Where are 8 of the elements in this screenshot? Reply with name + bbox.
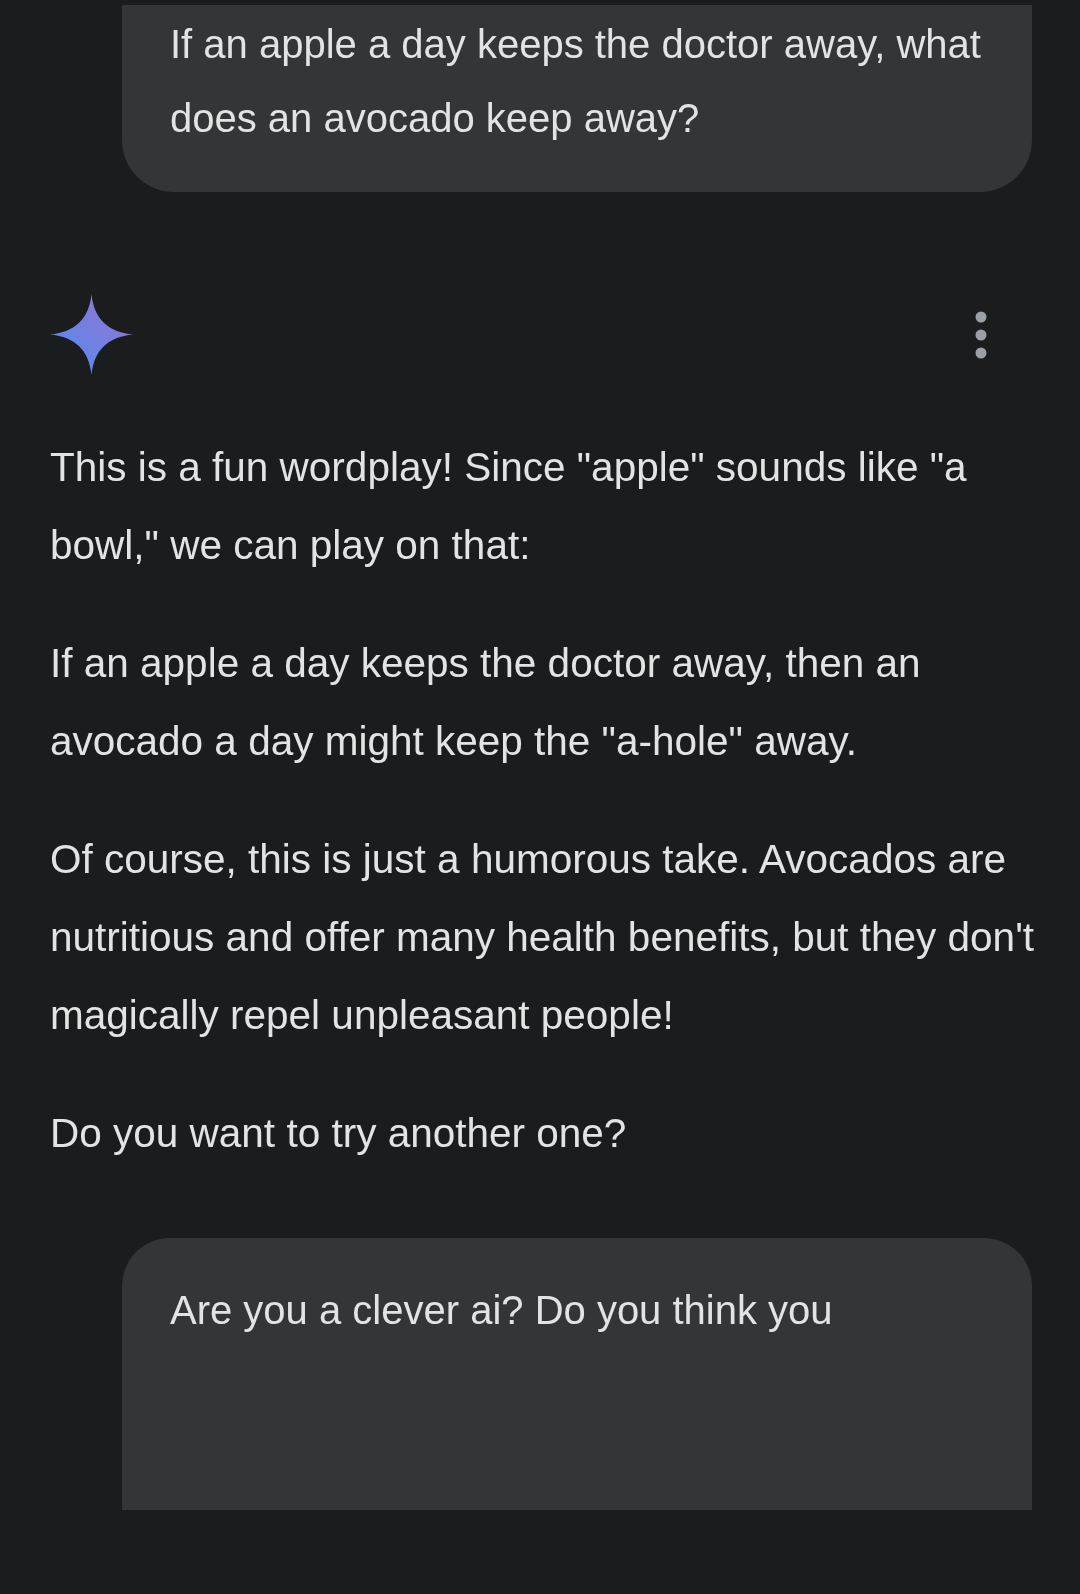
more-options-icon[interactable] (975, 310, 987, 359)
response-paragraph: This is a fun wordplay! Since "apple" sounds like "a bowl," we can play on that: (50, 443, 968, 570)
response-paragraph: Of course, this is just a humorous take. Avocados are nutritious and offer many health benefits, but they don't magically repel unpleasant people! (50, 835, 1036, 1040)
response-paragraph: Do you want to try another one? (50, 1109, 628, 1158)
prompt-text: Are you a clever ai? Do you think you (170, 1288, 833, 1332)
prompt-text: If an apple a day keeps the doctor away, what does an avocado keep away? (170, 22, 981, 140)
response-paragraph: If an apple a day keeps the doctor away, then an avocado a day might keep the "a-hole" away. (50, 639, 922, 766)
sparkle-icon (50, 294, 133, 375)
